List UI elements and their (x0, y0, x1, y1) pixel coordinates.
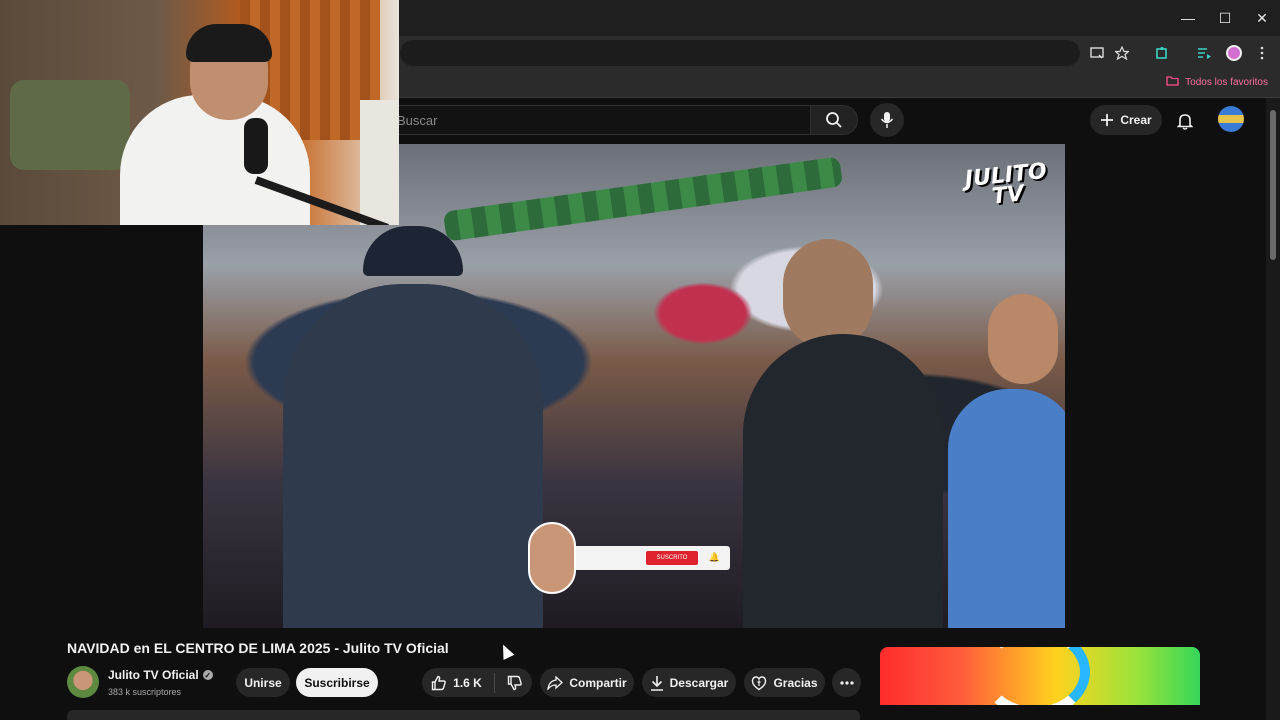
webcam-wall (360, 100, 399, 225)
install-app-icon[interactable] (1086, 42, 1108, 64)
menu-icon[interactable] (1251, 42, 1273, 64)
video-scene-person (988, 294, 1058, 384)
mouse-cursor (497, 642, 515, 660)
search-input[interactable]: Buscar (380, 105, 810, 135)
scrollbar-thumb[interactable] (1270, 110, 1276, 260)
subscribe-animation-overlay: SUSCRITO 🔔 (528, 522, 730, 594)
video-title: NAVIDAD en EL CENTRO DE LIMA 2025 - Juli… (67, 640, 449, 656)
notifications-button[interactable] (1172, 108, 1198, 134)
minimize-icon[interactable]: — (1170, 0, 1206, 36)
search-button[interactable] (810, 105, 858, 135)
all-bookmarks-folder[interactable]: Todos los favoritos (1166, 75, 1268, 89)
description-box[interactable] (67, 710, 860, 720)
maximize-icon[interactable]: ☐ (1207, 0, 1243, 36)
video-scene-person (948, 389, 1065, 628)
thumbs-down-icon (507, 675, 522, 690)
channel-name-row[interactable]: Julito TV Oficial ✓ (108, 668, 213, 682)
subscribe-button[interactable]: Suscribirse (296, 668, 378, 697)
create-button[interactable]: Crear (1090, 105, 1162, 135)
search-placeholder: Buscar (397, 113, 438, 128)
more-horizontal-icon (839, 680, 854, 685)
like-divider (493, 672, 495, 693)
webcam-person-hair (186, 24, 272, 62)
star-icon[interactable] (1111, 42, 1133, 64)
profile-icon[interactable] (1223, 42, 1245, 64)
like-button[interactable]: 1.6 K (431, 675, 482, 691)
share-button[interactable]: Compartir (540, 668, 634, 697)
subscribe-overlay-button: SUSCRITO (646, 551, 698, 565)
thumbnail-logo-swirl (980, 647, 1090, 705)
voice-search-button[interactable] (870, 103, 904, 137)
channel-avatar[interactable] (67, 666, 99, 698)
download-button[interactable]: Descargar (642, 668, 736, 697)
bookmark-folder-label: Todos los favoritos (1185, 76, 1268, 88)
subscribe-label: Suscribirse (304, 675, 370, 690)
webcam-overlay (0, 0, 399, 225)
video-scene-person (283, 284, 543, 628)
verified-icon: ✓ (202, 670, 213, 680)
download-label: Descargar (669, 675, 729, 690)
webcam-background-bed (10, 80, 130, 170)
video-scene-person (743, 334, 943, 628)
thanks-button[interactable]: Gracias (744, 668, 825, 697)
channel-watermark: JULITO TV (964, 159, 1050, 210)
like-dislike-group: 1.6 K (422, 668, 532, 697)
folder-icon (1166, 75, 1179, 89)
subscriber-count: 383 k suscriptores (108, 687, 182, 697)
join-label: Unirse (244, 675, 282, 690)
recommended-video-thumbnail[interactable] (880, 647, 1200, 705)
more-actions-button[interactable] (832, 668, 861, 697)
thanks-label: Gracias (773, 675, 818, 690)
recommended-video-info (880, 705, 1200, 720)
like-count: 1.6 K (453, 675, 482, 690)
overlay-face-avatar (528, 522, 576, 594)
subscribe-overlay-card: SUSCRITO 🔔 (572, 546, 730, 570)
extension-icon[interactable] (1151, 42, 1173, 64)
share-icon (547, 675, 564, 690)
share-label: Compartir (569, 675, 627, 690)
search-icon (826, 112, 842, 128)
address-bar[interactable] (400, 40, 1080, 66)
video-scene-person (783, 239, 873, 349)
channel-name[interactable]: Julito TV Oficial (108, 668, 199, 682)
mic-icon (880, 112, 894, 128)
video-scene-garland (442, 156, 844, 242)
close-icon[interactable]: ✕ (1244, 0, 1280, 36)
webcam-microphone (244, 118, 268, 174)
plus-icon (1101, 114, 1114, 126)
super-thanks-icon (752, 675, 767, 690)
download-icon (650, 675, 663, 691)
create-label: Crear (1120, 113, 1152, 127)
account-avatar[interactable] (1218, 106, 1244, 132)
join-button[interactable]: Unirse (236, 668, 290, 697)
bell-icon: 🔔 (708, 552, 720, 562)
page-scrollbar[interactable] (1266, 98, 1280, 720)
media-control-icon[interactable] (1193, 42, 1215, 64)
bell-icon (1177, 114, 1193, 130)
thumbs-up-icon (431, 675, 446, 690)
dislike-button[interactable] (507, 675, 523, 691)
